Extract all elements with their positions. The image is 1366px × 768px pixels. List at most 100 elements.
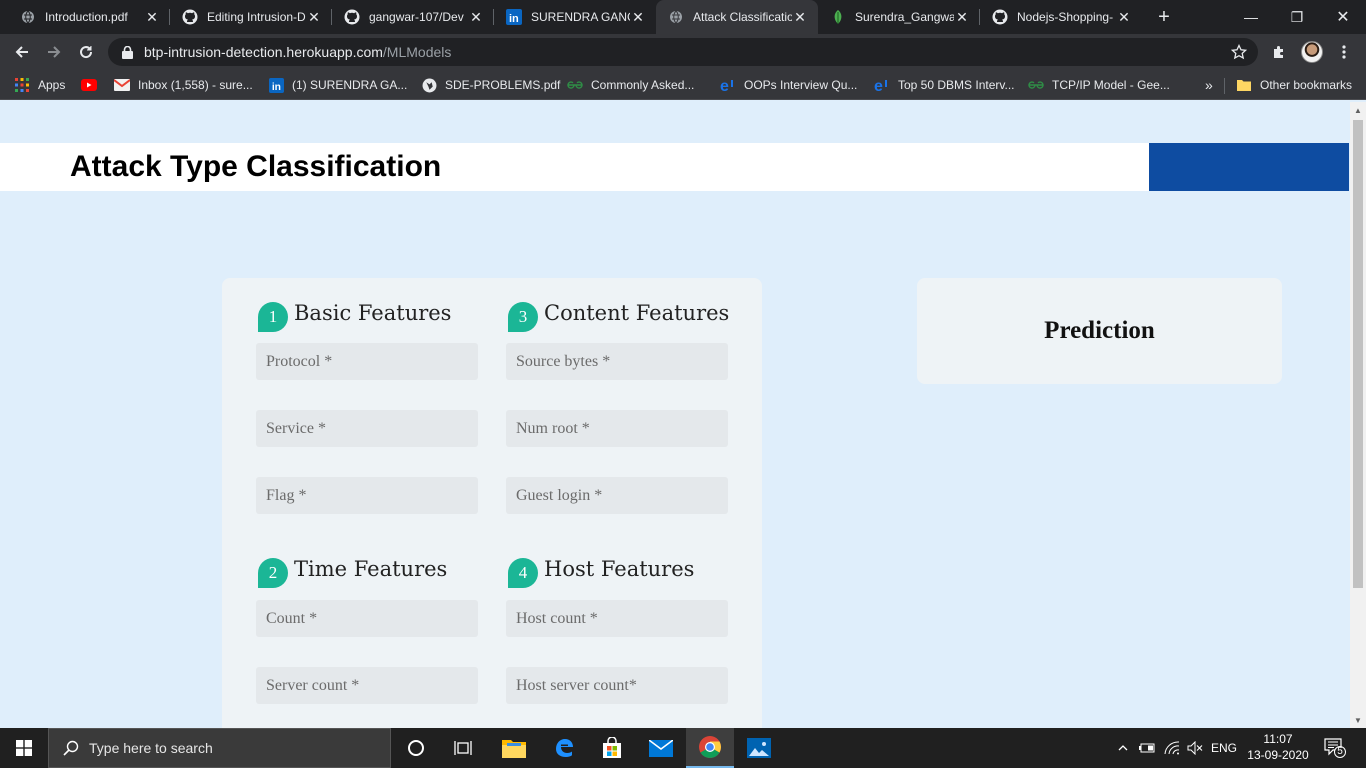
taskbar-search-box[interactable]: Type here to search (48, 728, 391, 768)
volume-muted-icon[interactable] (1184, 728, 1206, 768)
lock-icon (120, 45, 134, 59)
guest-login-input[interactable] (506, 477, 728, 514)
tab-editing-intrusion[interactable]: Editing Intrusion-D ✕ (170, 0, 332, 34)
bookmark-tcp-ip[interactable]: TCP/IP Model - Gee... (1028, 76, 1170, 94)
search-icon (61, 738, 81, 758)
github-icon (344, 9, 360, 25)
edge-icon (556, 739, 573, 757)
reload-button[interactable] (73, 39, 99, 65)
bookmark-star-icon[interactable] (1230, 43, 1248, 61)
scrollbar-thumb[interactable] (1353, 120, 1363, 588)
step-badge: 3 (508, 302, 538, 332)
bookmark-sde-problems[interactable]: SDE-PROBLEMS.pdf (421, 76, 560, 94)
restore-button[interactable]: ❐ (1274, 0, 1320, 34)
close-tab-icon[interactable]: ✕ (1116, 9, 1132, 25)
back-button[interactable] (9, 39, 35, 65)
prediction-title: Prediction (1044, 317, 1155, 344)
tab-nodejs-shopping[interactable]: Nodejs-Shopping- ✕ (980, 0, 1142, 34)
address-bar[interactable]: btp-intrusion-detection.herokuapp.com/ML… (108, 38, 1258, 66)
apps-grid-icon (14, 77, 30, 93)
bookmark-oops-interview[interactable]: e OOPs Interview Qu... (720, 76, 857, 94)
svg-text:e: e (874, 78, 883, 93)
bookmarks-bar: Apps Inbox (1,558) - sure... in (1) SURE… (0, 70, 1366, 100)
tab-introduction[interactable]: Introduction.pdf ✕ (0, 0, 170, 34)
chrome-app[interactable] (686, 728, 734, 768)
url-text: btp-intrusion-detection.herokuapp.com/ML… (144, 44, 452, 60)
edureka-icon: e (720, 77, 736, 93)
tab-linkedin[interactable]: in SURENDRA GANG ✕ (494, 0, 656, 34)
section-time-features: 2 Time Features (258, 550, 447, 588)
source-bytes-input[interactable] (506, 343, 728, 380)
close-tab-icon[interactable]: ✕ (630, 9, 646, 25)
photos-app[interactable] (735, 728, 783, 768)
edge-app[interactable] (540, 728, 588, 768)
show-hidden-icons-chevron-icon[interactable] (1114, 728, 1132, 768)
close-tab-icon[interactable]: ✕ (144, 9, 160, 25)
windows-taskbar: Type here to search ENG 11:07 13-09-2020 (0, 728, 1366, 768)
action-center-button[interactable]: 5 (1318, 728, 1352, 768)
section-content-features: 3 Content Features (508, 294, 729, 332)
linkedin-icon: in (506, 9, 522, 25)
close-tab-icon[interactable]: ✕ (792, 9, 808, 25)
gfg-icon (567, 77, 583, 93)
close-tab-icon[interactable]: ✕ (306, 9, 322, 25)
close-tab-icon[interactable]: ✕ (954, 9, 970, 25)
mail-app[interactable] (637, 728, 685, 768)
bookmark-linkedin[interactable]: in (1) SURENDRA GA... (268, 76, 407, 94)
close-tab-icon[interactable]: ✕ (468, 9, 484, 25)
globe-icon (20, 9, 36, 25)
chrome-icon (699, 736, 721, 758)
scroll-down-arrow-icon[interactable]: ▼ (1350, 712, 1366, 728)
bookmark-top-50-dbms[interactable]: e Top 50 DBMS Interv... (874, 76, 1015, 94)
tab-surendra-gangwar[interactable]: Surendra_Gangwa ✕ (818, 0, 980, 34)
bookmark-inbox[interactable]: Inbox (1,558) - sure... (114, 76, 253, 94)
photos-icon (747, 738, 771, 758)
close-window-button[interactable]: ✕ (1320, 0, 1366, 34)
service-input[interactable] (256, 410, 478, 447)
input-language[interactable]: ENG (1208, 728, 1240, 768)
bookmark-youtube[interactable] (81, 76, 105, 94)
store-app[interactable] (588, 728, 636, 768)
wifi-icon[interactable] (1161, 728, 1183, 768)
other-bookmarks[interactable]: Other bookmarks (1236, 76, 1352, 94)
forward-arrow-icon (48, 46, 61, 58)
new-tab-button[interactable]: + (1154, 7, 1174, 27)
tab-github-repo[interactable]: gangwar-107/Dev ✕ (332, 0, 494, 34)
globe-icon (668, 9, 684, 25)
clock-time: 11:07 (1263, 732, 1293, 746)
extensions-button[interactable] (1266, 39, 1292, 65)
page-header: Attack Type Classification (0, 143, 1149, 191)
protocol-input[interactable] (256, 343, 478, 380)
num-root-input[interactable] (506, 410, 728, 447)
svg-text:in: in (271, 82, 280, 93)
globe-icon (421, 77, 437, 93)
bookmark-apps[interactable]: Apps (14, 76, 65, 94)
server-count-input[interactable] (256, 667, 478, 704)
tab-strip: Introduction.pdf ✕ Editing Intrusion-D ✕… (0, 0, 1366, 34)
flag-input[interactable] (256, 477, 478, 514)
step-badge: 1 (258, 302, 288, 332)
forward-button[interactable] (41, 39, 67, 65)
task-view-button[interactable] (440, 728, 488, 768)
page-content: Attack Type Classification 1 Basic Featu… (0, 102, 1350, 728)
minimize-button[interactable]: — (1228, 0, 1274, 34)
chrome-menu-button[interactable] (1331, 39, 1357, 65)
count-input[interactable] (256, 600, 478, 637)
host-server-count-input[interactable] (506, 667, 728, 704)
start-button[interactable] (0, 728, 48, 768)
reload-icon (80, 46, 93, 59)
leaf-icon (830, 9, 846, 25)
cortana-button[interactable] (392, 728, 440, 768)
page-scrollbar[interactable]: ▲ ▼ (1350, 102, 1366, 728)
tab-attack-classification[interactable]: Attack Classificatio ✕ (656, 0, 818, 34)
file-explorer-app[interactable] (490, 728, 538, 768)
puzzle-icon (1274, 46, 1283, 58)
host-count-input[interactable] (506, 600, 728, 637)
bookmark-commonly-asked[interactable]: Commonly Asked... (567, 76, 694, 94)
scroll-up-arrow-icon[interactable]: ▲ (1350, 102, 1366, 118)
github-icon (992, 9, 1008, 25)
system-clock[interactable]: 11:07 13-09-2020 (1244, 731, 1312, 763)
profile-avatar[interactable] (1301, 41, 1323, 63)
battery-icon[interactable] (1136, 728, 1158, 768)
bookmarks-overflow-button[interactable]: » (1205, 76, 1213, 94)
